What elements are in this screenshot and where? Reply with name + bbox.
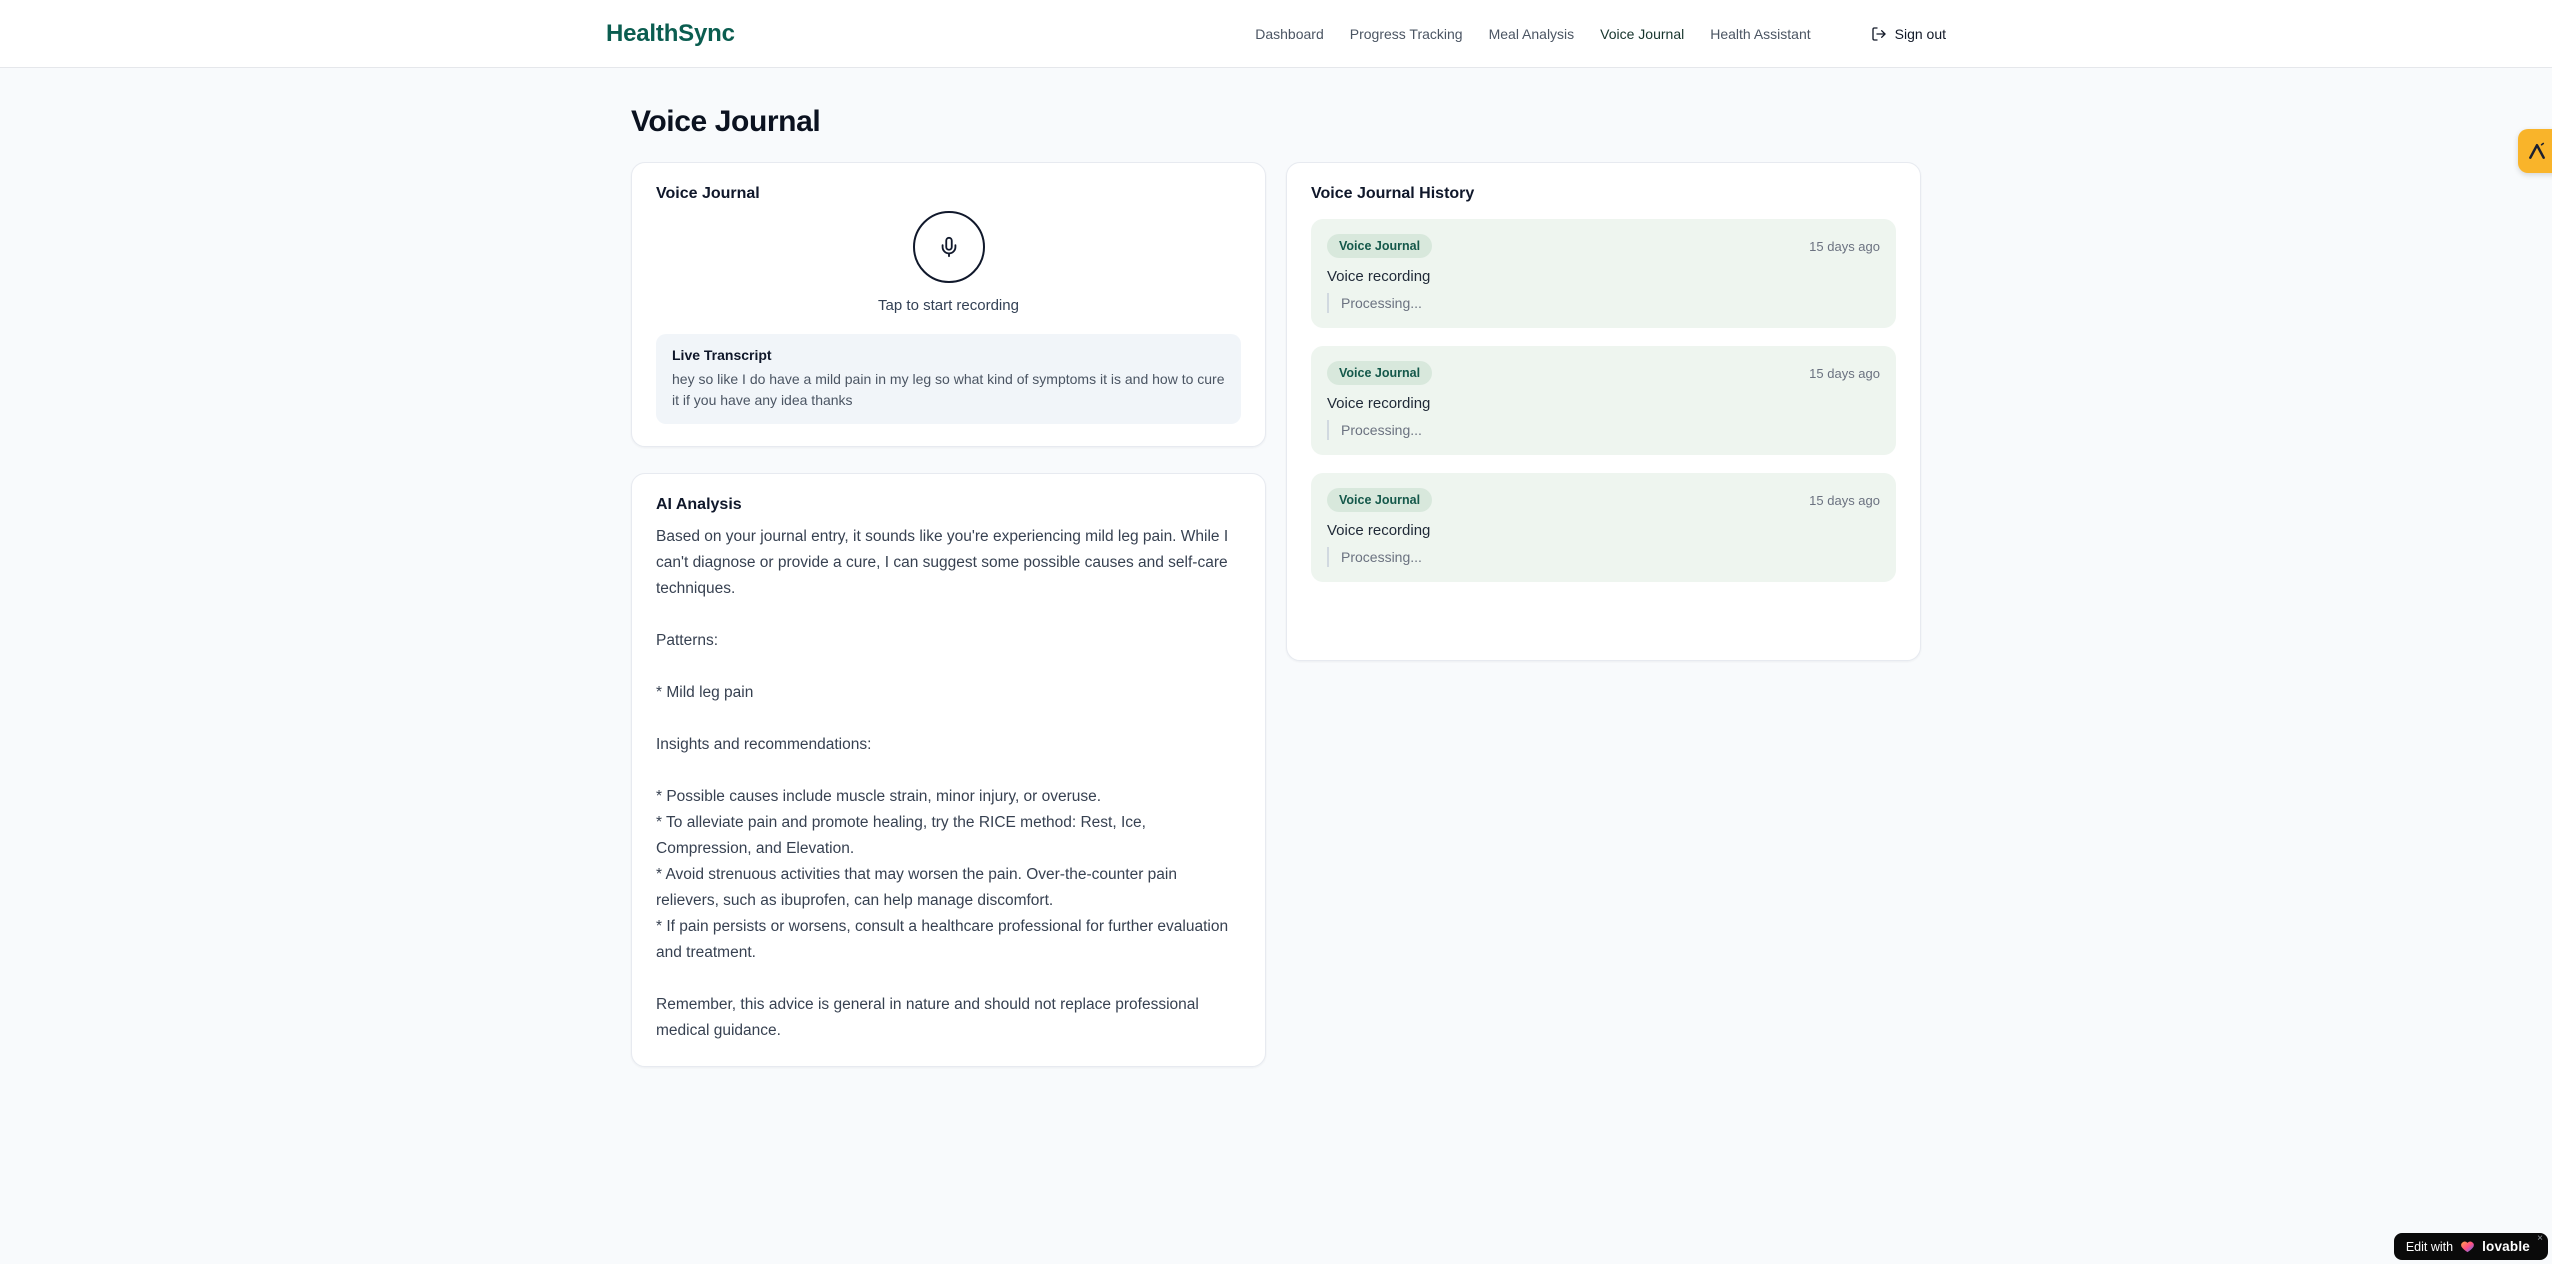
tap-hint-text: Tap to start recording <box>878 297 1019 314</box>
ai-analysis-card: AI Analysis Based on your journal entry,… <box>631 473 1266 1067</box>
live-transcript-text: hey so like I do have a mild pain in my … <box>672 371 1225 408</box>
nav-item-voice-journal[interactable]: Voice Journal <box>1600 26 1684 42</box>
nav-item-meal-analysis[interactable]: Meal Analysis <box>1489 26 1575 42</box>
right-column: Voice Journal History Voice Journal 15 d… <box>1286 162 1921 661</box>
close-icon[interactable]: × <box>2537 1234 2543 1244</box>
app-header: HealthSync Dashboard Progress Tracking M… <box>0 0 2552 68</box>
left-column: Voice Journal Tap to start recording Liv… <box>631 162 1266 1067</box>
entry-title: Voice recording <box>1327 395 1431 412</box>
live-transcript-title: Live Transcript <box>672 347 772 363</box>
lovable-logo-icon <box>2529 142 2545 159</box>
sign-out-label: Sign out <box>1894 25 1946 42</box>
lovable-heart-icon <box>2460 1239 2475 1254</box>
edit-with-label: Edit with <box>2405 1239 2454 1254</box>
mic-section: Tap to start recording <box>656 211 1241 314</box>
entry-type-badge: Voice Journal <box>1327 361 1433 385</box>
entry-header: Voice Journal 15 days ago <box>1327 234 1880 258</box>
live-transcript-box: Live Transcript hey so like I do have a … <box>656 334 1241 424</box>
main-nav: Dashboard Progress Tracking Meal Analysi… <box>1255 26 1946 42</box>
header-inner: HealthSync Dashboard Progress Tracking M… <box>606 20 1946 48</box>
ai-analysis-text: Based on your journal entry, it sounds l… <box>656 528 1229 1039</box>
sign-out-button[interactable]: Sign out <box>1871 26 1946 42</box>
log-out-icon <box>1871 26 1886 41</box>
entry-status: Processing... <box>1327 547 1880 567</box>
microphone-icon <box>941 236 956 258</box>
page-title: Voice Journal <box>631 105 821 138</box>
history-card-title: Voice Journal History <box>1311 185 1475 202</box>
entry-title: Voice recording <box>1327 522 1431 539</box>
voice-journal-history-card: Voice Journal History Voice Journal 15 d… <box>1286 162 1921 661</box>
entry-header: Voice Journal 15 days ago <box>1327 488 1880 512</box>
edit-with-lovable-badge[interactable]: Edit with lovable × <box>2393 1233 2548 1260</box>
content-grid: Voice Journal Tap to start recording Liv… <box>631 162 1921 1067</box>
nav-item-dashboard[interactable]: Dashboard <box>1255 26 1324 42</box>
record-button[interactable] <box>912 211 985 283</box>
history-entry[interactable]: Voice Journal 15 days ago Voice recordin… <box>1311 473 1896 582</box>
entry-type-badge: Voice Journal <box>1327 234 1433 258</box>
entry-timestamp: 15 days ago <box>1809 365 1880 381</box>
recorder-card-title: Voice Journal <box>656 185 760 202</box>
nav-item-progress-tracking[interactable]: Progress Tracking <box>1350 26 1463 42</box>
voice-recorder-card: Voice Journal Tap to start recording Liv… <box>631 162 1266 447</box>
nav-item-health-assistant[interactable]: Health Assistant <box>1710 26 1810 42</box>
page-content: Voice Journal Voice Journal Tap to start… <box>631 68 1921 1067</box>
history-entry[interactable]: Voice Journal 15 days ago Voice recordin… <box>1311 346 1896 455</box>
history-entry[interactable]: Voice Journal 15 days ago Voice recordin… <box>1311 219 1896 328</box>
entry-header: Voice Journal 15 days ago <box>1327 361 1880 385</box>
entry-status: Processing... <box>1327 420 1880 440</box>
entry-title: Voice recording <box>1327 268 1431 285</box>
side-tab-badge[interactable] <box>2518 129 2552 173</box>
brand-logo[interactable]: HealthSync <box>606 20 735 48</box>
entry-timestamp: 15 days ago <box>1809 238 1880 254</box>
entry-type-badge: Voice Journal <box>1327 488 1433 512</box>
ai-analysis-title: AI Analysis <box>656 496 742 513</box>
lovable-brand-label: lovable <box>2482 1239 2530 1254</box>
history-entries-list: Voice Journal 15 days ago Voice recordin… <box>1311 219 1896 582</box>
entry-status: Processing... <box>1327 293 1880 313</box>
entry-timestamp: 15 days ago <box>1809 492 1880 508</box>
